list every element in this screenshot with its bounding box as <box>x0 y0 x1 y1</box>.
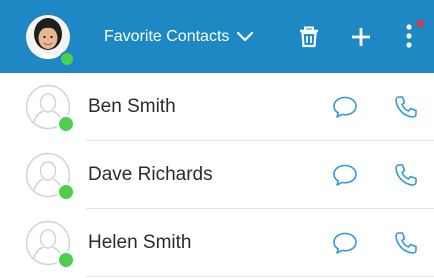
trash-icon[interactable] <box>298 26 320 53</box>
contact-row[interactable]: Helen Smith <box>0 209 434 277</box>
chat-icon[interactable] <box>332 163 358 192</box>
contact-row[interactable]: Dave Richards <box>0 141 434 209</box>
plus-icon[interactable] <box>350 26 372 53</box>
online-status-indicator <box>57 183 75 201</box>
phone-icon[interactable] <box>393 94 419 125</box>
my-status-indicator <box>59 51 75 67</box>
contact-row[interactable]: Ben Smith <box>0 73 434 141</box>
contact-name: Helen Smith <box>88 232 192 253</box>
chat-icon[interactable] <box>332 95 358 124</box>
phone-icon[interactable] <box>393 230 419 261</box>
chat-icon[interactable] <box>332 231 358 260</box>
chevron-down-icon <box>237 32 254 42</box>
phone-icon[interactable] <box>393 162 419 193</box>
contact-name: Ben Smith <box>88 96 176 117</box>
online-status-indicator <box>57 251 75 269</box>
notification-badge <box>417 20 424 27</box>
online-status-indicator <box>57 115 75 133</box>
app-header: Favorite Contacts <box>0 0 434 73</box>
contact-name: Dave Richards <box>88 164 213 185</box>
contact-list: Ben Smith Dave Richards Helen Smith <box>0 73 434 277</box>
favorite-contacts-dropdown[interactable]: Favorite Contacts <box>104 24 254 50</box>
more-vertical-icon[interactable] <box>405 22 413 55</box>
header-title: Favorite Contacts <box>104 28 230 45</box>
